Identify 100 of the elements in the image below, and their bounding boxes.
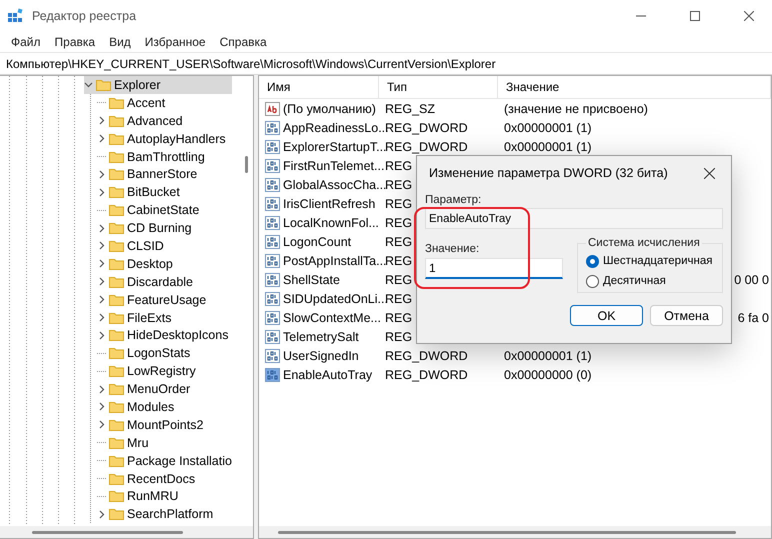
table-cell: REG	[385, 292, 412, 306]
folder-icon	[109, 436, 124, 449]
folder-icon	[109, 294, 124, 306]
binary-value-icon	[265, 234, 280, 248]
group-title: Система исчисления	[587, 237, 701, 249]
table-cell: ShellState	[283, 272, 340, 286]
value-field[interactable]: 1	[425, 258, 563, 279]
binary-value-icon	[265, 140, 280, 154]
tree-item[interactable]: BamThrottling	[127, 150, 205, 164]
binary-value-icon	[265, 272, 280, 286]
tree-item[interactable]: FeatureUsage	[127, 292, 206, 307]
scrollbar-thumb[interactable]	[278, 530, 736, 534]
folder-icon	[109, 365, 124, 378]
close-icon[interactable]	[744, 11, 754, 21]
folder-icon	[109, 114, 124, 127]
tree-item[interactable]: CLSID	[127, 238, 164, 253]
tree-item[interactable]: BitBucket	[127, 185, 180, 200]
radio-button[interactable]	[586, 274, 599, 288]
address-bar[interactable]: Компьютер\HKEY_CURRENT_USER\Software\Microsoft\Windows\CurrentVersion\Explorer	[0, 52, 772, 75]
menu-item[interactable]: Файл	[4, 35, 48, 49]
folder-icon	[109, 96, 124, 109]
scrollbar-thumb[interactable]	[32, 530, 183, 534]
menu-item[interactable]: Правка	[48, 35, 102, 49]
radio-button[interactable]	[586, 254, 599, 268]
tree-item[interactable]: Desktop	[127, 256, 173, 271]
table-cell: REG	[385, 196, 412, 210]
binary-value-icon	[265, 196, 280, 210]
table-cell: 0x00000001 (1)	[504, 120, 592, 134]
tree-item[interactable]: Explorer	[84, 76, 232, 94]
table-cell: LogonCount	[283, 234, 352, 248]
folder-icon	[109, 454, 124, 467]
folder-icon	[109, 418, 124, 431]
table-cell: SIDUpdatedOnLi...	[283, 292, 388, 306]
dialog-button[interactable]: Отмена	[650, 305, 723, 326]
tree-item[interactable]: Package Installatio	[127, 454, 232, 468]
table-cell: SlowContextMe...	[283, 310, 381, 324]
tree-item[interactable]: AutoplayHandlers	[127, 132, 226, 146]
tree-item[interactable]: RunMRU	[127, 489, 178, 504]
table-cell: REG	[385, 234, 412, 248]
radio-label[interactable]: Десятичная	[603, 275, 666, 287]
binary-value-icon	[265, 330, 280, 344]
table-cell: UserSignedIn	[283, 348, 359, 362]
tree-item[interactable]: MenuOrder	[127, 382, 190, 396]
folder-icon	[109, 400, 124, 413]
folder-icon	[109, 186, 124, 198]
tree-item[interactable]: CD Burning	[127, 221, 192, 236]
folder-icon	[109, 312, 124, 324]
tree-item[interactable]: LogonStats	[127, 346, 190, 360]
binary-value-icon	[265, 348, 280, 362]
tree-item[interactable]: RecentDocs	[127, 472, 196, 486]
window-title: Редактор реестра	[32, 9, 138, 23]
table-cell: PostAppInstallTa...	[283, 254, 387, 268]
table-cell: EnableAutoTray	[283, 368, 372, 382]
binary-value-icon	[265, 216, 280, 230]
column-header[interactable]: Тип	[379, 76, 498, 98]
tree-item[interactable]: Discardable	[127, 274, 194, 289]
folder-icon	[109, 240, 124, 252]
table-cell: REG	[385, 310, 412, 324]
menu-item[interactable]: Избранное	[138, 35, 213, 49]
folder-icon	[109, 222, 124, 234]
dialog-title: Изменение параметра DWORD (32 бита)	[429, 166, 668, 180]
chevron-right-icon[interactable]	[97, 510, 106, 519]
tree-item[interactable]: CabinetState	[127, 203, 200, 218]
tree-item[interactable]: SearchPlatform	[127, 507, 214, 522]
radio-label[interactable]: Шестнадцатеричная	[603, 255, 712, 267]
menu-item[interactable]: Справка	[212, 35, 274, 49]
tree-item[interactable]: Modules	[127, 400, 174, 414]
close-icon[interactable]	[704, 168, 715, 178]
table-cell: REG_SZ	[385, 102, 436, 116]
scrollbar-thumb[interactable]	[244, 156, 248, 173]
table-cell: REG_DWORD	[385, 368, 468, 382]
table-cell: ExplorerStartupT...	[283, 140, 387, 154]
tree-item[interactable]: Mru	[127, 436, 149, 450]
binary-value-icon	[265, 120, 280, 134]
tree-item[interactable]: BannerStore	[127, 167, 198, 182]
column-header[interactable]: Значение	[498, 76, 771, 98]
name-field: EnableAutoTray	[425, 208, 723, 229]
column-header[interactable]: Имя	[259, 76, 379, 98]
string-value-icon	[265, 102, 280, 116]
folder-icon	[96, 78, 111, 91]
table-cell: LocalKnownFol...	[283, 216, 379, 230]
tree-item[interactable]: HideDesktopIcons	[127, 328, 228, 342]
folder-icon	[109, 472, 124, 485]
tree-item[interactable]: Advanced	[127, 114, 183, 128]
chevron-down-icon[interactable]	[84, 80, 93, 90]
dialog-button[interactable]: OK	[570, 305, 643, 326]
folder-icon	[109, 508, 124, 520]
binary-value-icon	[265, 158, 280, 172]
tree-item[interactable]: LowRegistry	[127, 364, 196, 378]
menu-item[interactable]: Вид	[102, 35, 138, 49]
table-cell: 6 fa 0	[738, 310, 769, 324]
field-label: Параметр:	[425, 194, 482, 206]
tree-item[interactable]: Accent	[127, 96, 166, 110]
table-cell: FirstRunTelemet...	[283, 158, 384, 172]
table-cell: (По умолчанию)	[283, 102, 376, 116]
tree-item[interactable]: MountPoints2	[127, 418, 204, 432]
table-cell: REG	[385, 330, 412, 344]
tree-item[interactable]: FileExts	[127, 310, 172, 325]
binary-value-icon	[265, 292, 280, 306]
maximize-icon[interactable]	[690, 11, 700, 21]
